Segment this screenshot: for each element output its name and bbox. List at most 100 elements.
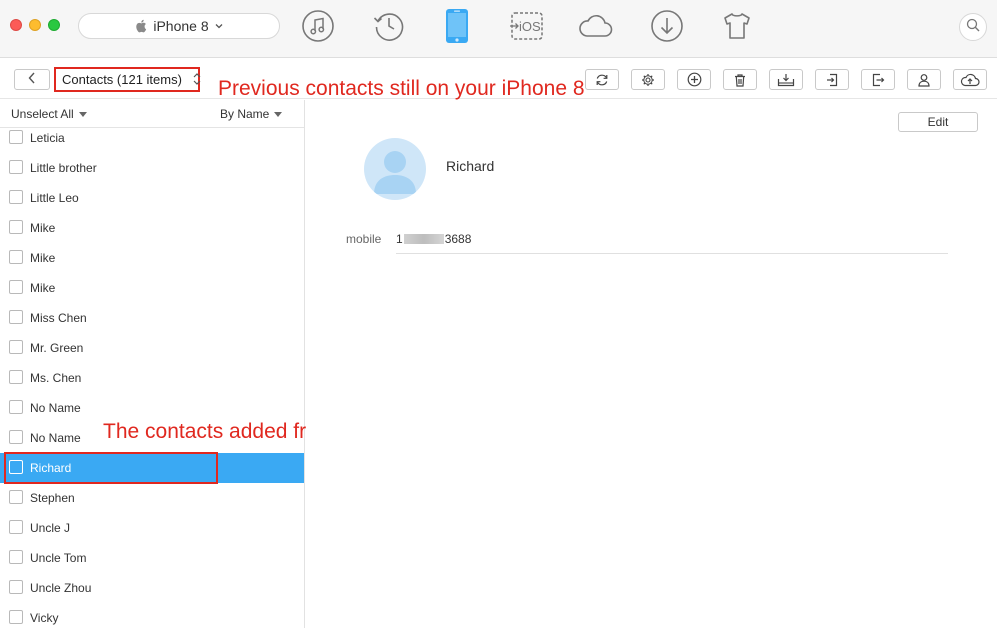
add-contact-button[interactable] [677, 69, 711, 90]
trash-icon [733, 73, 747, 87]
refresh-icon [595, 73, 609, 87]
contact-checkbox[interactable] [9, 580, 23, 594]
to-computer-button[interactable] [769, 69, 803, 90]
category-label: Contacts (121 items) [62, 72, 182, 87]
export-button[interactable] [861, 69, 895, 90]
contact-row[interactable]: Ms. Chen [0, 363, 304, 393]
refresh-button[interactable] [585, 69, 619, 90]
contact-checkbox[interactable] [9, 430, 23, 444]
contact-checkbox[interactable] [9, 280, 23, 294]
category-select[interactable]: Contacts (121 items) [54, 67, 200, 92]
contact-checkbox[interactable] [9, 550, 23, 564]
contact-row[interactable]: Mike [0, 273, 304, 303]
mobile-value-start: 1 [396, 232, 403, 246]
to-ios-icon[interactable]: iOS [509, 8, 545, 44]
tshirt-icon[interactable] [719, 8, 755, 44]
contact-row[interactable]: Little brother [0, 153, 304, 183]
contact-name-label: Ms. Chen [30, 371, 82, 385]
contact-name-label: Uncle Zhou [30, 581, 92, 595]
contact-row[interactable]: Miss Chen [0, 303, 304, 333]
upload-cloud-button[interactable] [953, 69, 987, 90]
svg-text:iOS: iOS [519, 19, 541, 34]
add-icon [687, 72, 702, 87]
music-icon[interactable] [300, 8, 336, 44]
contact-name-label: Little brother [30, 161, 97, 175]
contact-row[interactable]: No Name [0, 393, 304, 423]
contact-checkbox[interactable] [9, 310, 23, 324]
contact-row[interactable]: Uncle J [0, 513, 304, 543]
device-name: iPhone 8 [153, 18, 209, 34]
contact-row[interactable]: Mike [0, 243, 304, 273]
download-icon[interactable] [649, 8, 685, 44]
contact-name-label: Mr. Green [30, 341, 84, 355]
contact-name-label: Uncle Tom [30, 551, 87, 565]
caret-down-icon [274, 111, 283, 117]
delete-button[interactable] [723, 69, 757, 90]
contact-row[interactable]: Richard [0, 453, 304, 483]
minimize-window-button[interactable] [29, 19, 41, 31]
contact-checkbox[interactable] [9, 460, 23, 474]
to-computer-icon [777, 73, 795, 87]
mobile-value[interactable]: 1 3688 [396, 232, 948, 254]
avatar [364, 138, 426, 200]
unselect-all-button[interactable]: Unselect All [11, 107, 87, 121]
caret-down-icon [78, 111, 87, 117]
title-bar: iPhone 8 iOS [0, 0, 997, 58]
search-icon [966, 18, 980, 37]
sort-by-label: By Name [220, 107, 270, 121]
contact-checkbox[interactable] [9, 160, 23, 174]
export-icon [871, 73, 885, 87]
search-button[interactable] [959, 13, 987, 41]
contact-row[interactable]: Mike [0, 213, 304, 243]
contact-row[interactable]: Mr. Green [0, 333, 304, 363]
edit-button[interactable]: Edit [898, 112, 978, 132]
contact-checkbox[interactable] [9, 130, 23, 144]
contact-name-label: Richard [30, 461, 72, 475]
chevron-down-icon [215, 23, 223, 29]
upload-cloud-icon [960, 73, 980, 87]
import-button[interactable] [815, 69, 849, 90]
contact-checkbox[interactable] [9, 250, 23, 264]
contact-name-label: Mike [30, 221, 56, 235]
device-selector[interactable]: iPhone 8 [78, 13, 280, 39]
contact-row[interactable]: Leticia [0, 123, 304, 153]
contact-checkbox[interactable] [9, 370, 23, 384]
contact-row[interactable]: Uncle Zhou [0, 573, 304, 603]
settings-button[interactable] [631, 69, 665, 90]
close-window-button[interactable] [10, 19, 22, 31]
contact-detail-pane: Edit Richard mobile 1 3688 [306, 100, 997, 628]
contact-checkbox[interactable] [9, 190, 23, 204]
contact-checkbox[interactable] [9, 490, 23, 504]
contact-name-label: Vicky [30, 611, 59, 625]
history-icon[interactable] [371, 8, 407, 44]
maximize-window-button[interactable] [48, 19, 60, 31]
cloud-icon[interactable] [578, 8, 614, 44]
redaction-blur [403, 234, 444, 244]
contact-row[interactable]: Uncle Tom [0, 543, 304, 573]
sort-by-dropdown[interactable]: By Name [220, 107, 283, 121]
chevron-left-icon [28, 71, 36, 89]
phone-manager-icon[interactable] [439, 8, 475, 44]
contact-row[interactable]: Vicky [0, 603, 304, 628]
contact-checkbox[interactable] [9, 220, 23, 234]
contact-row[interactable]: Little Leo [0, 183, 304, 213]
contact-checkbox[interactable] [9, 520, 23, 534]
contact-icon [917, 73, 931, 87]
contact-name-label: Mike [30, 251, 56, 265]
contact-name-label: No Name [30, 431, 81, 445]
contact-name-label: Uncle J [30, 521, 71, 535]
unselect-all-label: Unselect All [11, 107, 74, 121]
contact-name-label: Stephen [30, 491, 75, 505]
mobile-value-end: 3688 [444, 232, 472, 246]
contact-name-label: Mike [30, 281, 56, 295]
back-button[interactable] [14, 69, 50, 90]
contact-name-label: Little Leo [30, 191, 79, 205]
contact-checkbox[interactable] [9, 610, 23, 624]
contact-checkbox[interactable] [9, 340, 23, 354]
contact-button[interactable] [907, 69, 941, 90]
contact-list-pane: Unselect All By Name Leticia Little broth… [0, 100, 305, 628]
contact-checkbox[interactable] [9, 400, 23, 414]
contact-name: Richard [446, 158, 495, 174]
contact-row[interactable]: Stephen [0, 483, 304, 513]
contact-list: Leticia Little brother Little Leo Mike Mike M… [0, 123, 304, 628]
